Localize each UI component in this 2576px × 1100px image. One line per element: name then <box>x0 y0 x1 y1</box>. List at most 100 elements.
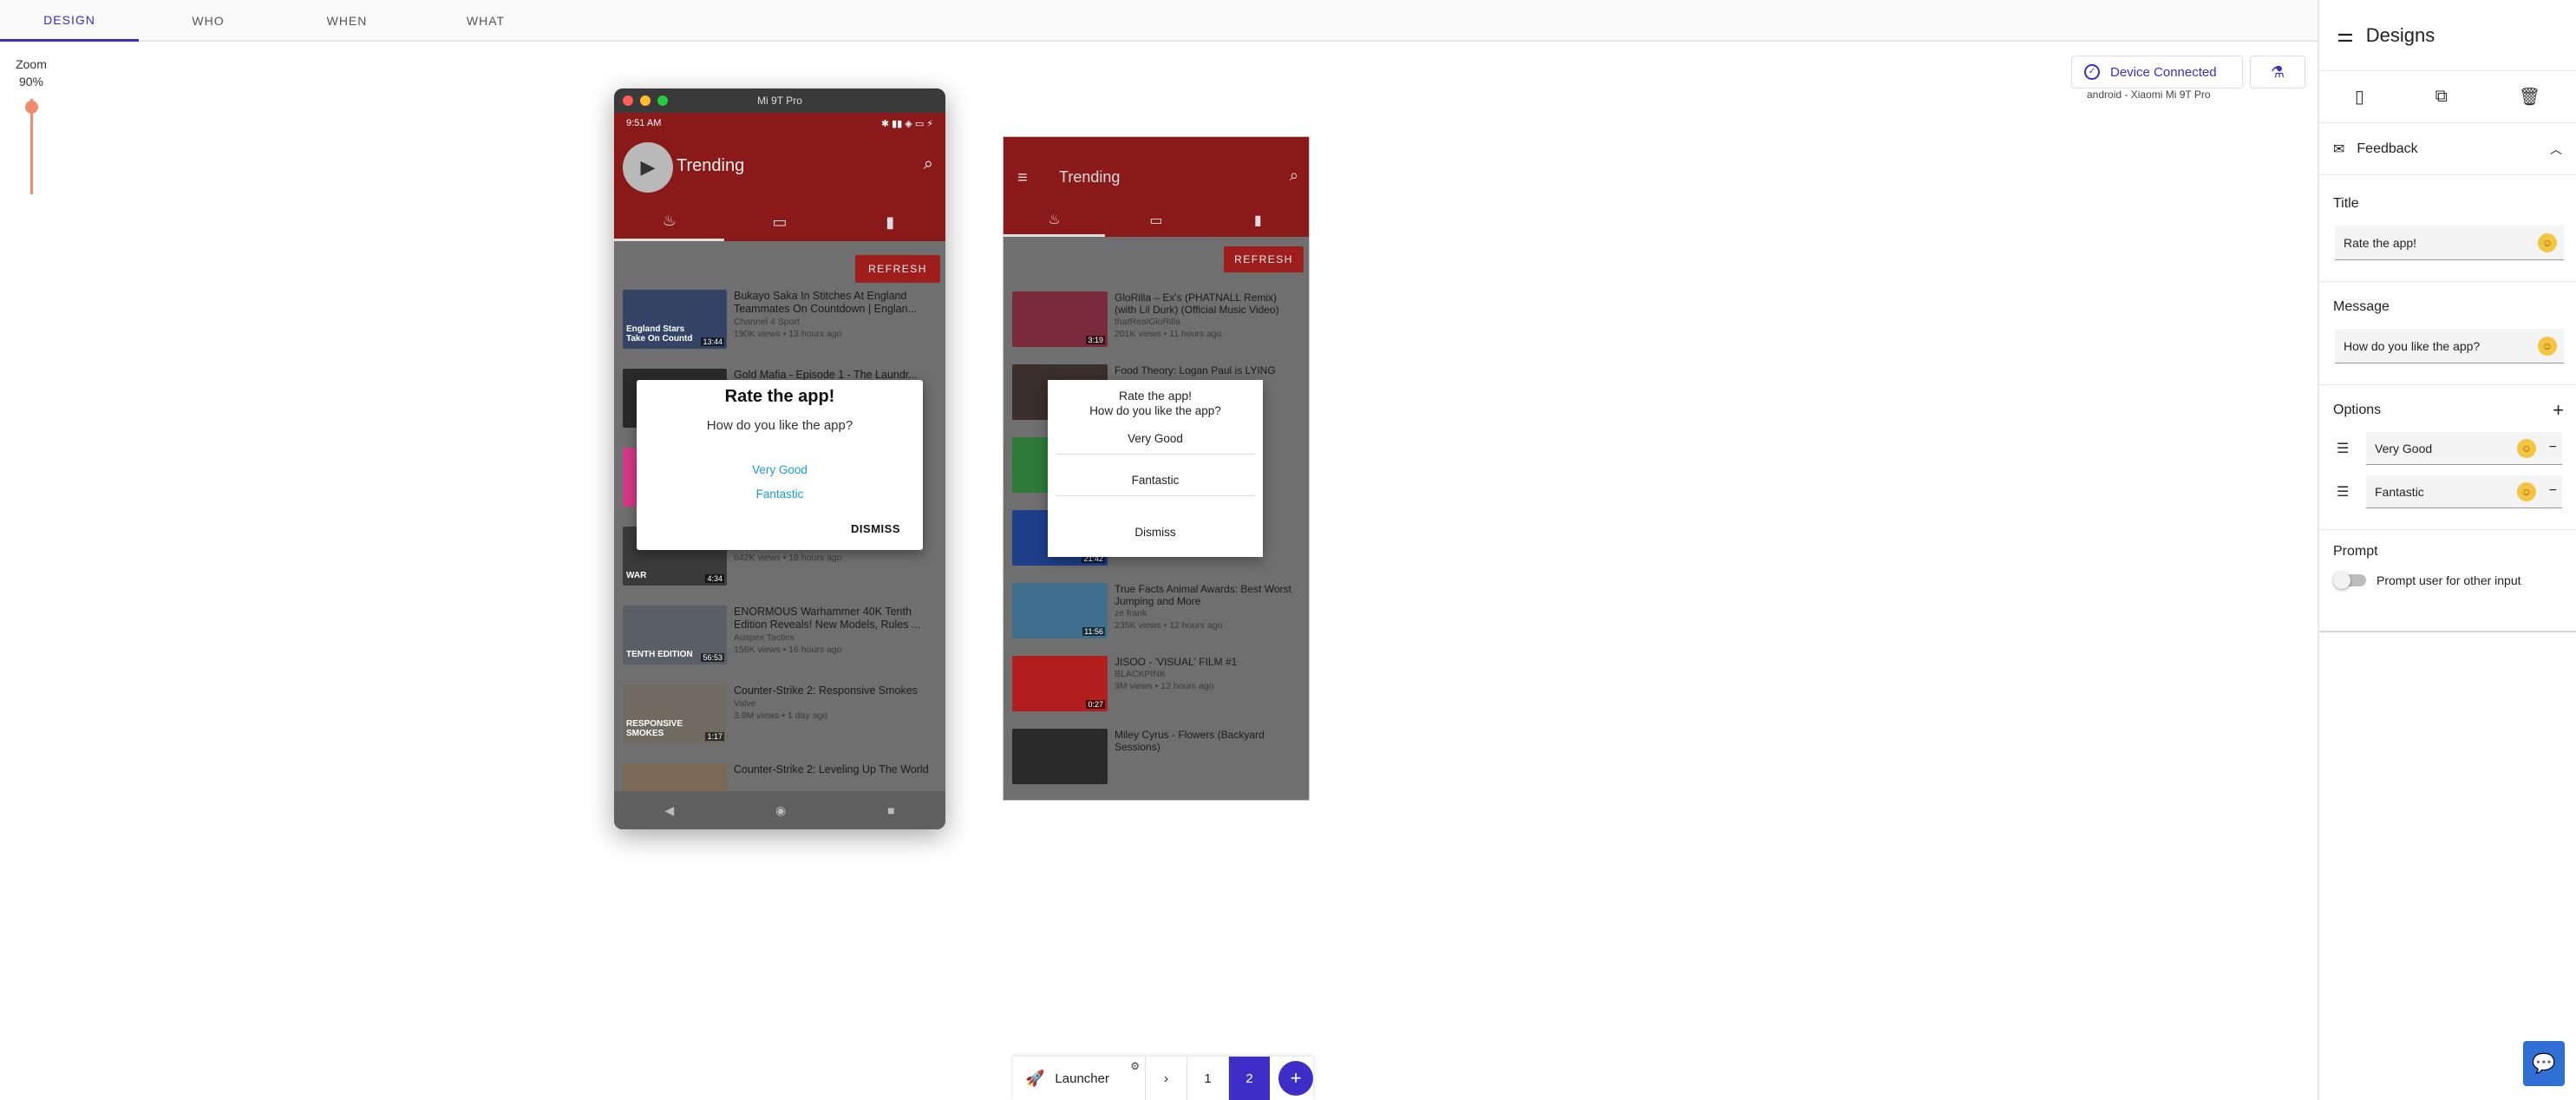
dialog-message: How do you like the app? <box>706 418 853 433</box>
gear-icon[interactable]: ⚙ <box>1130 1060 1140 1072</box>
option-field[interactable]: Fantastic ☺ − <box>2366 475 2562 508</box>
window-titlebar: Mi 9T Pro <box>614 88 945 113</box>
dialog-option[interactable]: Fantastic <box>1056 465 1254 496</box>
video-thumbnail[interactable]: England Stars Take On Countd 13:44 <box>623 290 727 349</box>
bookmark-icon[interactable]: ▮ <box>1207 204 1309 237</box>
video-row[interactable]: 11:56 True Facts Animal Awards: Best Wors… <box>1012 583 1298 642</box>
search-icon[interactable]: ⌕ <box>924 154 933 174</box>
video-info: ENORMOUS Warhammer 40K Tenth Edition Rev… <box>734 606 935 668</box>
zoom-slider-thumb[interactable] <box>25 101 38 114</box>
recents-icon[interactable]: ■ <box>887 803 894 817</box>
tab-what[interactable]: WHAT <box>416 0 555 42</box>
video-row[interactable]: RESPONSIVE SMOKES 1:17 Counter-Strike 2: R… <box>623 684 935 747</box>
tab-when[interactable]: WHEN <box>278 0 416 42</box>
page-2-button[interactable]: 2 <box>1228 1057 1270 1100</box>
video-thumbnail[interactable]: TENTH EDITION 56:53 <box>623 606 727 665</box>
zoom-control: Zoom 90% <box>12 56 50 90</box>
tab-design[interactable]: DESIGN <box>0 0 139 42</box>
launcher-label: Launcher <box>1055 1071 1109 1086</box>
thumbnail-caption: RESPONSIVE SMOKES <box>626 719 683 738</box>
dialog-option[interactable]: Fantastic <box>637 488 923 501</box>
video-title: Counter-Strike 2: Leveling Up The World <box>734 763 929 776</box>
video-meta: 235K views • 12 hours ago <box>1115 620 1223 631</box>
video-row[interactable]: Miley Cyrus - Flowers (Backyard Sessions… <box>1012 729 1298 788</box>
video-duration: 1:17 <box>705 732 724 741</box>
title-value: Rate the app! <box>2344 235 2417 250</box>
emoji-icon[interactable]: ☺ <box>2517 439 2536 458</box>
trash-icon[interactable]: 🗑 <box>2519 86 2540 108</box>
video-channel: ze frank <box>1115 608 1147 619</box>
video-meta: 190K views • 13 hours ago <box>734 329 842 339</box>
rocket-icon: 🚀 <box>1025 1069 1045 1087</box>
add-option-icon[interactable]: + <box>2553 399 2564 422</box>
video-title: GloRilla – Ex's (PHATNALL Remix) (with L… <box>1115 291 1279 316</box>
prompt-toggle[interactable] <box>2333 572 2366 589</box>
tab-who[interactable]: WHO <box>139 0 278 42</box>
phone-icon[interactable]: ▯ <box>2355 86 2364 108</box>
video-meta: 3.9M views • 1 day ago <box>734 710 828 721</box>
drag-handle-icon[interactable]: ☰ <box>2337 440 2354 457</box>
page-1-button[interactable]: 1 <box>1187 1057 1228 1100</box>
thumbnail-caption: England Stars Take On Countd <box>626 324 693 344</box>
video-duration: 13:44 <box>701 337 724 346</box>
option-field[interactable]: Very Good ☺ − <box>2366 432 2562 465</box>
add-page-button[interactable]: + <box>1278 1061 1313 1096</box>
emoji-icon[interactable]: ☺ <box>2538 233 2557 252</box>
app-tabs: ♨ ▭ ▮ <box>614 203 945 241</box>
refresh-button[interactable]: REFRESH <box>1224 246 1304 272</box>
dialog-option[interactable]: Very Good <box>637 463 923 476</box>
chat-icon[interactable]: 💬 <box>2523 1041 2565 1086</box>
next-arrow-icon[interactable]: › <box>1145 1057 1187 1100</box>
test-button[interactable]: ⚗ <box>2250 56 2305 88</box>
drag-handle-icon[interactable]: ☰ <box>2337 483 2354 501</box>
subscriptions-icon[interactable]: ▭ <box>724 203 834 241</box>
video-row[interactable]: 3:19 GloRilla – Ex's (PHATNALL Remix) (wi… <box>1012 291 1298 350</box>
video-thumbnail[interactable]: 11:56 <box>1012 583 1108 638</box>
prompt-row: Prompt user for other input <box>2319 572 2576 589</box>
device-subtitle: android - Xiaomi Mi 9T Pro <box>2087 88 2211 101</box>
duplicate-icon[interactable]: ⧉ <box>2435 87 2448 107</box>
video-thumbnail[interactable]: 0:27 <box>1012 656 1108 711</box>
divider <box>2319 631 2576 632</box>
play-icon[interactable]: ▶ <box>623 142 673 193</box>
emoji-icon[interactable]: ☺ <box>2538 337 2557 356</box>
video-meta: 3M views • 12 hours ago <box>1115 681 1214 691</box>
emoji-icon[interactable]: ☺ <box>2517 482 2536 501</box>
feedback-section-header[interactable]: ✉ Feedback ︿ <box>2319 123 2576 175</box>
rate-dialog-live: Rate the app! How do you like the app? V… <box>637 380 923 550</box>
app-title: Trending <box>1059 168 1121 186</box>
app-tabs: ♨ ▭ ▮ <box>1004 204 1309 237</box>
message-field[interactable]: How do you like the app? ☺ <box>2335 329 2564 363</box>
device-connected-button[interactable]: ✓ Device Connected <box>2071 56 2243 88</box>
fire-icon[interactable]: ♨ <box>1004 204 1106 237</box>
video-duration: 0:27 <box>1086 700 1105 709</box>
chevron-up-icon[interactable]: ︿ <box>2550 141 2562 158</box>
subscriptions-icon[interactable]: ▭ <box>1105 204 1206 237</box>
video-row[interactable]: 0:27 JISOO - 'VISUAL' FILM #1 BLACKPINK 3M … <box>1012 656 1298 715</box>
app-header: 9:51 AM ✱ ▮▮ ◈ ▭ ⚡ ▶ Trending ⌕ ♨ ▭ ▮ <box>614 113 945 241</box>
launcher-button[interactable]: 🚀 Launcher ⚙ <box>1013 1057 1145 1100</box>
dialog-option[interactable]: Very Good <box>1056 423 1254 455</box>
remove-option-icon[interactable]: − <box>2549 483 2557 499</box>
search-icon[interactable]: ⌕ <box>1290 167 1298 185</box>
video-row[interactable]: TENTH EDITION 56:53 ENORMOUS Warhammer 40K… <box>623 606 935 668</box>
video-row[interactable]: England Stars Take On Countd 13:44 Bukayo … <box>623 290 935 352</box>
title-field[interactable]: Rate the app! ☺ <box>2335 226 2564 260</box>
remove-option-icon[interactable]: − <box>2549 440 2557 455</box>
dialog-title: Rate the app! <box>724 387 835 406</box>
video-meta: 201K views • 11 hours ago <box>1115 329 1222 339</box>
home-icon[interactable]: ◉ <box>775 803 786 818</box>
bookmark-icon[interactable]: ▮ <box>835 203 945 241</box>
dismiss-button[interactable]: Dismiss <box>1048 526 1263 539</box>
back-icon[interactable]: ◀ <box>664 803 674 818</box>
status-icons: ✱ ▮▮ ◈ ▭ ⚡ <box>880 118 933 129</box>
video-thumbnail[interactable]: 3:19 <box>1012 291 1108 347</box>
dismiss-button[interactable]: DISMISS <box>851 522 900 535</box>
video-thumbnail[interactable] <box>1012 729 1108 784</box>
video-thumbnail[interactable]: RESPONSIVE SMOKES 1:17 <box>623 684 727 743</box>
menu-icon[interactable]: ≡ <box>1017 168 1028 188</box>
fire-icon[interactable]: ♨ <box>614 203 725 241</box>
video-info: JISOO - 'VISUAL' FILM #1 BLACKPINK 3M view… <box>1115 656 1237 715</box>
refresh-button[interactable]: REFRESH <box>855 255 940 283</box>
options-header: Options + <box>2319 399 2576 422</box>
